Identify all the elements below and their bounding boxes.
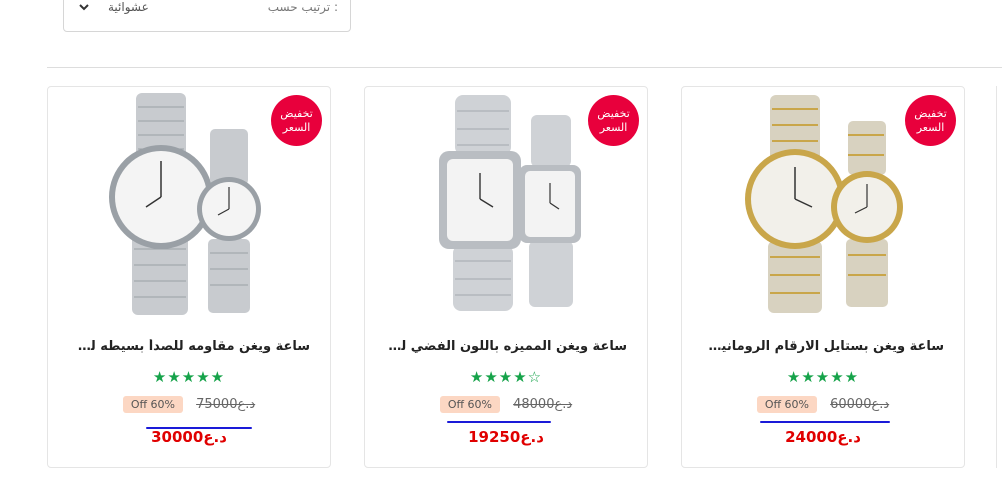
old-price: 75000د.ع [196, 397, 256, 412]
product-title[interactable]: ساعة ويغن بستايل الارقام الرومانيه للأزو… [702, 339, 944, 354]
discount-badge: Off 60% [756, 396, 818, 413]
chevron-down-icon [79, 4, 89, 11]
product-image[interactable] [722, 89, 926, 319]
ink-underline [447, 421, 551, 423]
new-price: 24000د.ع [785, 428, 861, 446]
sale-badge: تخفيض السعر [588, 95, 639, 146]
sale-badge: تخفيض السعر [905, 95, 956, 146]
divider [47, 67, 1002, 68]
ink-underline [760, 421, 890, 423]
product-title[interactable]: ساعة ويغن مقاومه للصدأ بسيطه للأزواج [68, 339, 310, 354]
sale-badge: تخفيض السعر [271, 95, 322, 146]
product-title[interactable]: ساعة ويغن المميزه باللون الفضي للأزواج [385, 339, 627, 354]
sort-value: عشوائية [108, 0, 149, 14]
product-image[interactable] [88, 89, 292, 319]
rating-stars: ★★★★☆ [469, 368, 543, 386]
old-price: 60000د.ع [830, 397, 890, 412]
product-card[interactable]: تخفيض السعر ساعة ويغن مقاومه للصدأ بسيطه… [47, 86, 331, 468]
rating-stars: ★★★★★ [786, 368, 860, 386]
discount-badge: Off 60% [122, 396, 184, 413]
sort-select[interactable]: ترتيب حسب : عشوائية [63, 0, 351, 32]
rating-stars: ★★★★★ [152, 368, 226, 386]
old-price: 48000د.ع [513, 397, 573, 412]
new-price: 30000د.ع [151, 428, 227, 446]
sort-label: ترتيب حسب : [267, 0, 338, 14]
discount-badge: Off 60% [439, 396, 501, 413]
product-card[interactable]: تخفيض السعر ساعة ويغن بستايل الارقام الر… [681, 86, 965, 468]
next-card-edge [996, 86, 1002, 468]
product-image[interactable] [405, 89, 609, 319]
new-price: 19250د.ع [468, 428, 544, 446]
ink-underline [146, 427, 252, 429]
product-card[interactable]: تخفيض السعر ساعة ويغن المميزه باللون الف… [364, 86, 648, 468]
